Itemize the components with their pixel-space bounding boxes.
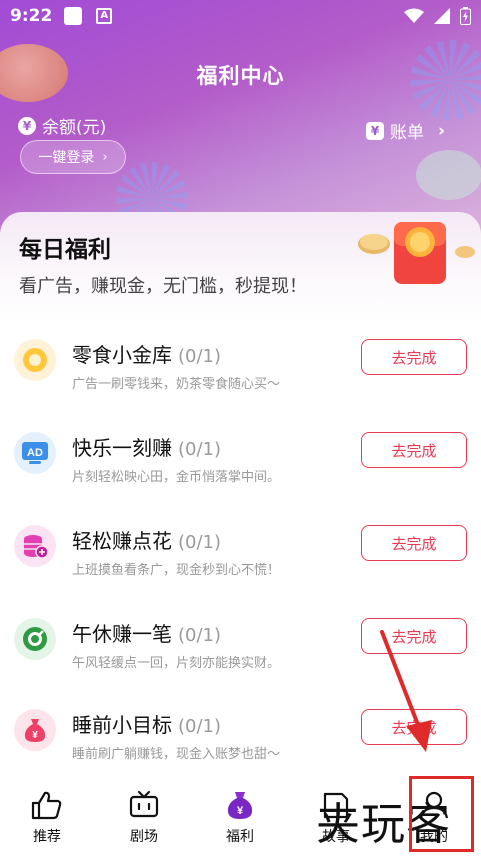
task-title: 快乐一刻赚 [72,436,172,460]
money-bag-icon: ¥ [14,709,56,751]
one-click-login-button[interactable]: 一键登录 › [20,140,126,174]
task-progress: (0/1) [178,439,222,460]
task-description: 上班摸鱼看条广，现金秒到心不慌！ [72,563,281,578]
nav-label: 推荐 [33,829,61,845]
task-progress: (0/1) [178,625,222,646]
status-time: 9:22 [10,6,53,26]
chevron-right-icon: › [438,120,446,141]
database-plus-icon [14,525,56,567]
task-description: 睡前刷广躺赚钱，现金入账梦也甜～ [72,747,281,762]
status-bar: 9:22 A [0,0,481,32]
bill-link[interactable]: ¥ 账单 › [366,118,445,143]
ad-icon-text: AD [27,447,43,459]
yen-icon: ¥ [18,116,36,135]
task-item: 轻松赚点花 (0/1) 上班摸鱼看条广，现金秒到心不慌！ 去完成 [0,525,481,605]
welfare-bag-icon: ¥ [227,792,253,819]
coin-icon [14,339,56,381]
task-description: 午风轻缓点一回，片刻亦能换实财。 [72,656,281,671]
thumbs-up-icon [31,791,62,820]
money-bag-icon-text: ¥ [32,730,38,741]
nav-item-theater[interactable]: 剧场 [114,790,174,846]
task-item: AD 快乐一刻赚 (0/1) 片刻轻松映心田，金币悄落掌中间。 去完成 [0,432,481,512]
notification-square-icon [64,7,83,25]
task-title: 午休赚一笔 [72,622,172,646]
go-complete-button[interactable]: 去完成 [361,432,467,468]
decorative-oval [416,150,481,200]
task-progress: (0/1) [178,532,222,553]
nav-item-welfare[interactable]: ¥ 福利 [210,790,270,846]
signal-icon [434,8,450,24]
ad-icon: AD [14,432,56,474]
task-title: 轻松赚点花 [72,529,172,553]
task-progress: (0/1) [178,346,222,367]
battery-icon [460,7,471,25]
nav-label: 福利 [226,829,254,845]
a-icon: A [96,8,113,24]
balance-row: ¥ 余额(元) [18,113,106,138]
page-title: 福利中心 [196,64,285,88]
red-envelope-icon [358,222,475,284]
go-complete-button[interactable]: 去完成 [361,339,467,375]
login-button-label: 一键登录 [38,150,95,166]
bill-label: 账单 [390,123,424,143]
task-description: 广告一刷零钱来，奶茶零食随心买～ [72,377,281,392]
task-item: 零食小金库 (0/1) 广告一刷零钱来，奶茶零食随心买～ 去完成 [0,339,481,419]
chevron-right-icon: › [102,149,108,165]
nav-label: 剧场 [130,829,158,845]
welfare-bag-icon-text: ¥ [237,805,244,817]
task-description: 片刻轻松映心田，金币悄落掌中间。 [72,470,281,485]
nav-item-recommend[interactable]: 推荐 [17,790,77,846]
tv-icon [129,790,159,818]
wifi-icon [404,8,424,23]
annotation-arrow [380,630,432,752]
task-progress: (0/1) [178,716,222,737]
task-title: 睡前小目标 [72,713,172,737]
section-subtitle: 看广告，赚现金，无门槛，秒提现！ [19,276,307,297]
balance-label: 余额(元) [42,118,107,138]
task-title: 零食小金库 [72,343,172,367]
go-complete-button[interactable]: 去完成 [361,525,467,561]
annotation-highlight-box [409,776,474,852]
green-ring-icon [14,618,56,660]
bill-icon: ¥ [366,121,384,140]
section-title: 每日福利 [19,237,111,263]
